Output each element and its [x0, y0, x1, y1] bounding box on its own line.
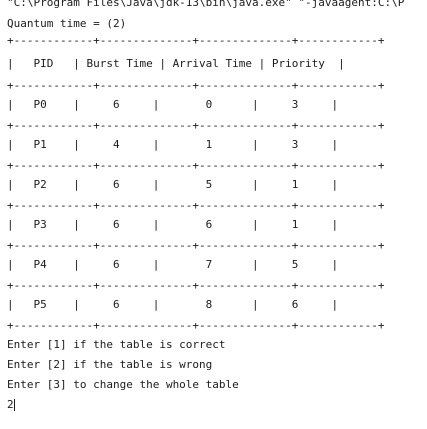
- table-row: | P0 | 6 | 0 | 3 |: [7, 98, 339, 111]
- table-border: +------------+--------------+-----------…: [7, 239, 385, 252]
- console-input-line[interactable]: 2: [7, 399, 15, 411]
- quantum-time-line: Quantum time = (2): [7, 17, 127, 30]
- table-row: | P5 | 6 | 8 | 6 |: [7, 298, 339, 311]
- command-line: "C:\Program Files\Java\jdk-13\bin\java.e…: [7, 0, 405, 9]
- table-border: +------------+--------------+-----------…: [7, 199, 385, 212]
- table-border: +------------+--------------+-----------…: [7, 319, 385, 332]
- table-row: | P2 | 6 | 5 | 1 |: [7, 178, 339, 191]
- prompt-correct: Enter [1] if the table is correct: [7, 338, 226, 351]
- table-border: +------------+--------------+-----------…: [7, 159, 385, 172]
- user-input[interactable]: 2: [7, 398, 14, 411]
- console-output[interactable]: "C:\Program Files\Java\jdk-13\bin\java.e…: [7, 0, 427, 429]
- table-border: +------------+--------------+-----------…: [7, 119, 385, 132]
- text-caret: [13, 399, 15, 411]
- table-header: | PID | Burst Time | Arrival Time | Prio…: [7, 57, 345, 70]
- prompt-change-table: Enter [3] to change the whole table: [7, 378, 239, 391]
- table-border: +------------+--------------+-----------…: [7, 79, 385, 92]
- table-border: +------------+--------------+-----------…: [7, 34, 385, 47]
- table-row: | P4 | 6 | 7 | 5 |: [7, 258, 339, 271]
- table-border: +------------+--------------+-----------…: [7, 279, 385, 292]
- table-row: | P1 | 4 | 1 | 3 |: [7, 138, 339, 151]
- table-row: | P3 | 6 | 6 | 1 |: [7, 218, 339, 231]
- prompt-wrong: Enter [2] if the table is wrong: [7, 358, 213, 371]
